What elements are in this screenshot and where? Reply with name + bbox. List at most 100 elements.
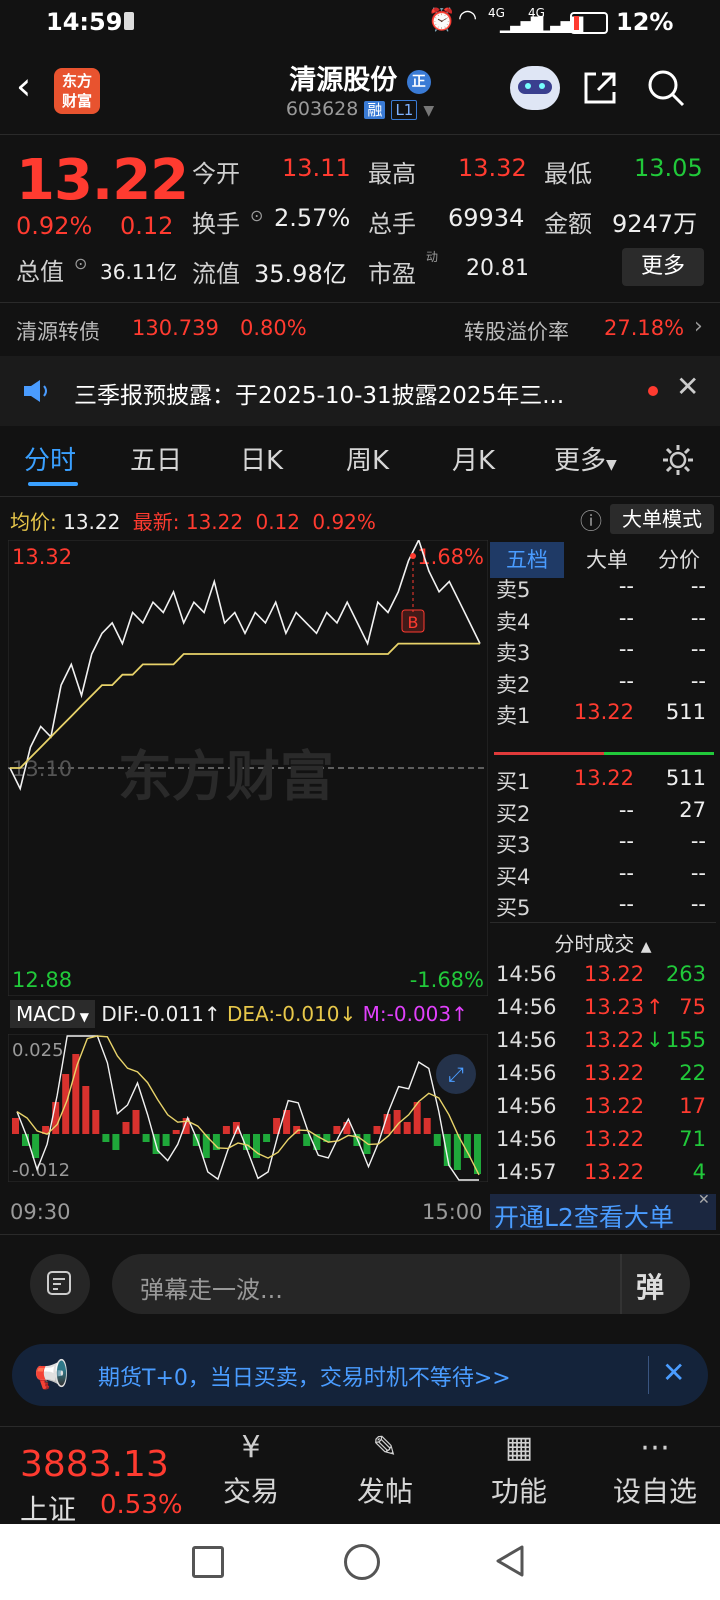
dropdown-icon[interactable]: ▼ [423,103,434,119]
tab-price-split[interactable]: 分价 [642,542,716,578]
dif-value: DIF:-0.011 [101,1002,204,1026]
trade-volume: 155 [665,1028,706,1052]
tab-weekly-k[interactable]: 周K [346,440,389,477]
macd-bar [12,1118,19,1134]
amount-value: 9247万 [612,210,698,238]
tab-daily-k[interactable]: 日K [240,440,283,477]
mcap-value: 36.11亿 [100,260,178,284]
turnover-value: 2.57% [274,204,351,232]
level-price: -- [618,860,634,885]
buy-level-row[interactable]: 买4 -- -- [492,861,714,893]
nav-watchlist[interactable]: 设自选 [600,1470,710,1510]
danmu-input[interactable]: 弹幕走一波... 弹 [112,1254,690,1314]
macd-bar [112,1134,120,1150]
close-icon[interactable]: ✕ [676,370,699,403]
chevron-right-icon[interactable]: › [694,314,703,339]
buy-level-row[interactable]: 买2 -- 27 [492,798,714,830]
big-order-mode-button[interactable]: 大单模式 [610,504,714,534]
share-icon[interactable] [580,68,620,108]
low-value: 13.05 [634,154,703,182]
trades-header[interactable]: 分时成交 ▲ [490,928,716,957]
trade-time: 14:56 [496,1094,557,1118]
tab-big-order[interactable]: 大单 [570,542,644,578]
level-volume: 27 [679,797,706,822]
float-label: 流值 [192,260,240,288]
level-volume: -- [690,668,706,693]
tab-more[interactable]: 更多▼ [554,440,617,477]
chart-header: 均价: 13.22 最新: 13.22 0.12 0.92% [10,506,376,535]
danmu-toggle-icon[interactable]: 弹 [636,1266,664,1306]
trade-arrow-icon: ↓ [646,1028,664,1052]
battery-icon [570,12,608,34]
tab-5day[interactable]: 五日 [130,440,182,477]
stock-header: ‹ 东方 财富 清源股份 正 603628 融 L1 ▼ [0,46,720,134]
x-end-label: 15:00 [422,1200,483,1224]
edit-icon: ✎ [372,1430,398,1465]
level-price: -- [618,797,634,822]
sell-level-row[interactable]: 卖3 -- -- [492,637,714,669]
index-widget[interactable]: 3883.13 上证 0.53% [20,1444,200,1526]
separator [648,1356,649,1394]
l2-banner-text: 开通L2查看大单 [494,1203,674,1232]
m-up-icon: ↑ [451,1002,468,1026]
bond-name[interactable]: 清源转债 [16,316,100,346]
recent-apps-button[interactable] [192,1546,224,1578]
robot-assistant-icon[interactable] [510,66,560,110]
level-label: 卖4 [496,609,531,634]
l2-banner[interactable]: 开通L2查看大单 ✕ [490,1192,716,1232]
sell-level-row[interactable]: 卖2 -- -- [492,669,714,701]
level-volume: -- [690,605,706,630]
macd-selector[interactable]: MACD ▼ [10,1000,95,1028]
macd-bar [132,1110,140,1134]
level-label: 买2 [496,801,531,826]
macd-bar [443,1134,451,1166]
volume-label: 总手 [368,210,416,238]
notice-text: 三季报预披露：于2025-10-31披露2025年三... [74,383,565,409]
gear-icon[interactable] [660,442,696,478]
nav-functions[interactable]: 功能 [464,1470,574,1510]
home-button[interactable] [344,1544,380,1580]
search-icon[interactable] [646,68,686,108]
pe-label: 市盈 [368,260,416,288]
x-start-label: 09:30 [10,1200,71,1224]
close-icon[interactable]: ✕ [698,1192,710,1208]
trade-row: 14:56 13.22 22 [492,1061,714,1094]
close-icon[interactable]: ✕ [662,1356,685,1389]
help-icon[interactable]: ⓘ [580,504,602,536]
watermark: 东方财富 [118,745,334,808]
futures-ad-banner[interactable]: 📢 期货T+0，当日买卖，交易时机不等待>> ✕ [12,1344,708,1406]
intraday-chart[interactable]: 东方财富 13.32 12.88 13.10 1.68% -1.68% B [8,540,488,996]
info-icon[interactable]: ⊙ [250,206,263,225]
sort-up-icon: ▲ [640,939,652,955]
buy-level-row[interactable]: 买3 -- -- [492,829,714,861]
tab-more-label: 更多 [554,446,607,476]
megaphone-icon: 📢 [34,1358,69,1391]
comment-list-button[interactable] [30,1254,90,1314]
info-icon[interactable]: ⊙ [74,254,87,273]
trade-volume: 75 [679,995,706,1019]
back-button[interactable] [494,1544,526,1578]
tab-monthly-k[interactable]: 月K [452,440,495,477]
buy-level-row[interactable]: 买1 13.22 511 [492,766,714,798]
alarm-icon: ⏰ [428,8,456,33]
tab-intraday[interactable]: 分时 [24,440,76,477]
nav-trade[interactable]: 交易 [196,1470,306,1510]
low-label: 最低 [544,160,592,188]
open-value: 13.11 [282,154,351,182]
macd-bar [162,1134,170,1146]
rong-badge: 融 [364,101,386,119]
sell-level-row[interactable]: 卖1 13.22 511 [492,700,714,732]
buy-level-row[interactable]: 买5 -- -- [492,892,714,924]
trade-price: 13.22 [584,1094,645,1118]
notice-bar[interactable]: 三季报预披露：于2025-10-31披露2025年三... ✕ [0,356,720,426]
tab-five-level[interactable]: 五档 [490,542,564,578]
more-button[interactable]: 更多 [622,248,704,286]
sell-level-row[interactable]: 卖4 -- -- [492,606,714,638]
trade-row: 14:57 13.22 4 [492,1160,714,1193]
open-label: 今开 [192,160,240,188]
level-volume: -- [690,892,706,916]
sell-level-row[interactable]: 卖5 -- -- [492,574,714,606]
nav-post[interactable]: 发帖 [330,1470,440,1510]
trade-volume: 71 [679,1127,706,1151]
turnover-label: 换手 [192,210,240,238]
